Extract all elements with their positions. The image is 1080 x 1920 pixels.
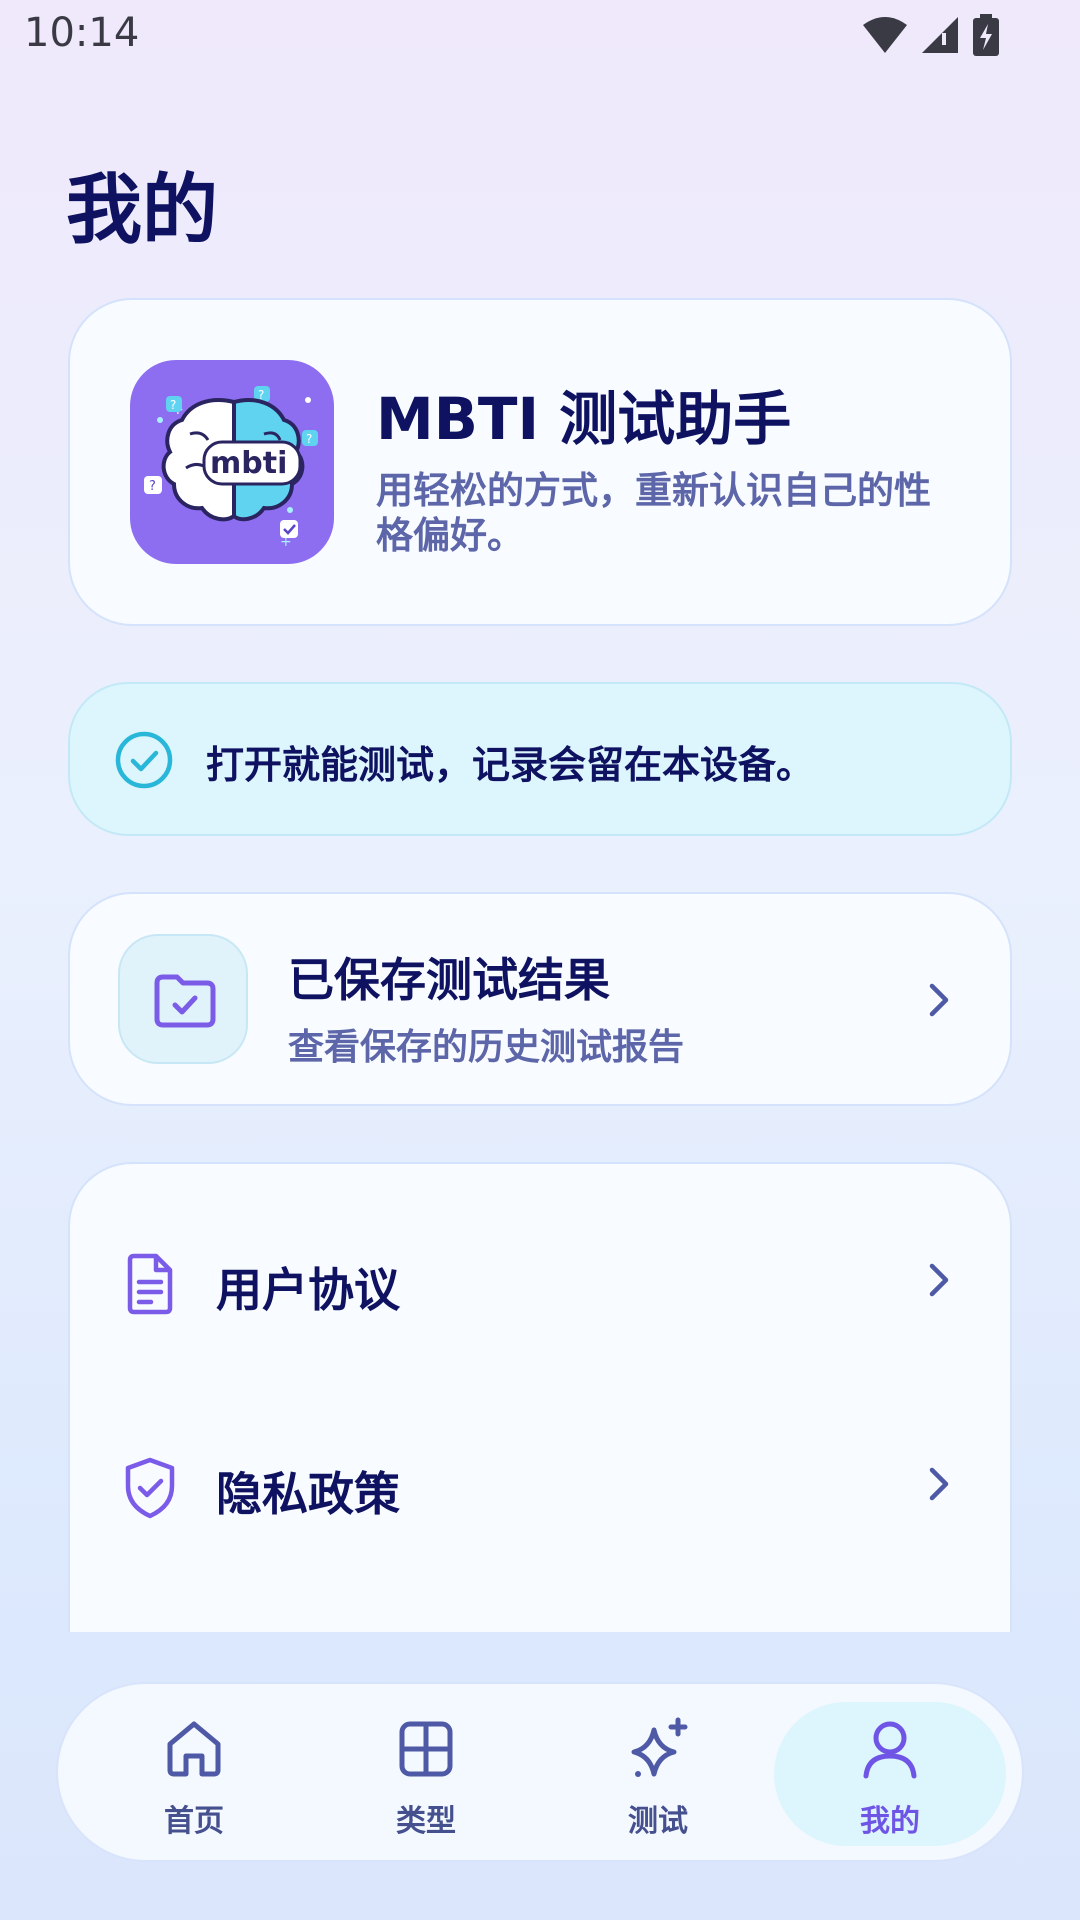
saved-results-subtitle: 查看保存的历史测试报告 [288,1027,685,1068]
battery-icon [973,14,999,56]
nav-tab-home[interactable]: 首页 [78,1702,310,1846]
chevron-right-icon [929,1263,949,1297]
svg-text:?: ? [306,432,312,446]
settings-menu-card: 用户协议 隐私政策 [68,1162,1012,1632]
status-icons [862,14,1000,56]
folder-tile [118,934,248,1064]
svg-text:?: ? [149,479,156,494]
status-time: 10:14 [24,10,140,56]
nav-tab-test[interactable]: 测试 [542,1702,774,1846]
local-storage-notice: 打开就能测试，记录会留在本设备。 [68,682,1012,836]
menu-item-privacy-policy[interactable]: 隐私政策 [70,1424,1010,1544]
app-name: MBTI 测试助手 [376,385,792,453]
nav-label: 我的 [860,1804,920,1839]
status-bar: 10:14 [0,0,1080,72]
app-profile-card: + + ? ? ? ? mbti MBTI 测试助手 用轻松的方式，重新认识自己… [68,298,1012,626]
shield-check-icon [125,1457,175,1519]
chevron-right-icon [929,1467,949,1501]
grid-icon [399,1721,453,1777]
page-title: 我的 [66,165,218,254]
app-description: 用轻松的方式，重新认识自己的性格偏好。 [376,469,931,557]
saved-results-title: 已保存测试结果 [288,953,610,1007]
notice-text: 打开就能测试，记录会留在本设备。 [206,743,815,787]
sparkle-icon [631,1717,688,1777]
svg-text:?: ? [170,398,176,412]
nav-label: 首页 [164,1804,224,1839]
nav-tab-mine[interactable]: 我的 [774,1702,1006,1846]
check-circle-icon [115,731,173,789]
menu-item-user-agreement[interactable]: 用户协议 [70,1220,1010,1340]
brain-logo-icon: + + ? ? ? ? mbti [144,386,318,550]
nav-label: 类型 [396,1804,456,1839]
document-icon [127,1253,173,1315]
folder-check-icon [154,974,216,1028]
user-icon [863,1721,917,1779]
wifi-icon [863,17,907,53]
menu-item-label: 隐私政策 [216,1467,400,1521]
bottom-navigation: 首页 类型 测试 我的 [56,1682,1024,1862]
app-logo: + + ? ? ? ? mbti [130,360,334,564]
saved-results-card[interactable]: 已保存测试结果 查看保存的历史测试报告 [68,892,1012,1106]
home-icon [167,1721,221,1777]
menu-item-label: 用户协议 [216,1263,400,1317]
logo-text: mbti [210,446,287,481]
nav-label: 测试 [628,1804,688,1839]
nav-tab-types[interactable]: 类型 [310,1702,542,1846]
chevron-right-icon [929,983,949,1017]
signal-icon [922,17,958,53]
